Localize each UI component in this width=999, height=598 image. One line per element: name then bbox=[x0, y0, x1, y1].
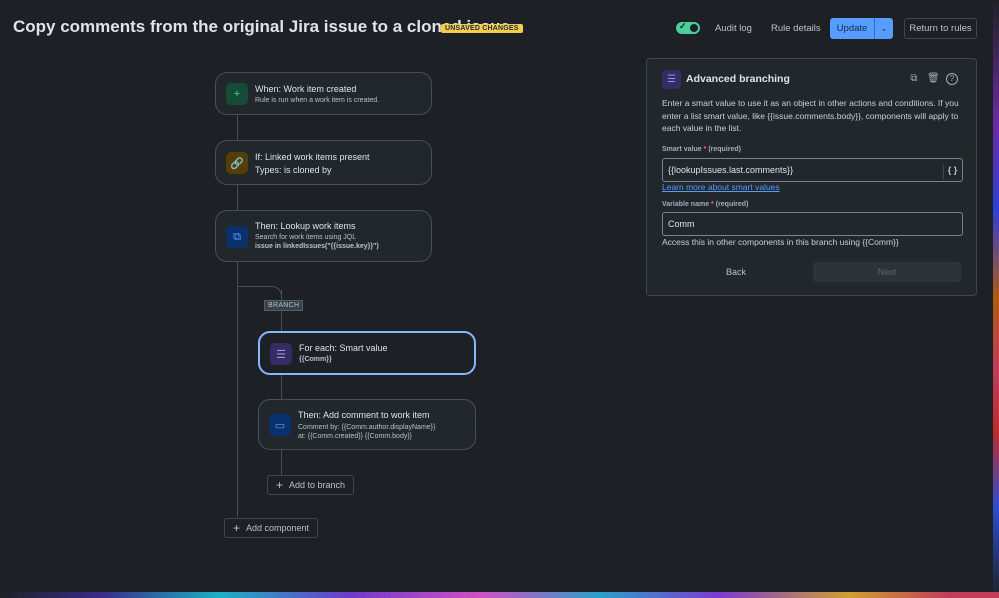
variable-name-label: Variable name * (required) bbox=[662, 201, 748, 208]
for-each-node[interactable]: ☰ For each: Smart value {{Comm}} bbox=[258, 331, 476, 375]
lookup-icon: ⧉ bbox=[226, 226, 248, 248]
advanced-branching-panel: ☰ Advanced branching ⧉ 🗑 ? Enter a smart… bbox=[646, 58, 977, 296]
node-subtitle: Search for work items using JQL bbox=[255, 234, 357, 241]
trigger-node[interactable]: + When: Work item created Rule is run wh… bbox=[215, 72, 432, 115]
plus-icon: + bbox=[276, 478, 284, 492]
node-title: If: Linked work items present bbox=[255, 152, 370, 162]
check-icon: ✓ bbox=[679, 21, 687, 31]
variable-name-input[interactable] bbox=[662, 212, 963, 236]
field-label-text: Variable name bbox=[662, 201, 710, 208]
connector-line bbox=[237, 115, 238, 140]
node-jql: issue in linkedIssues("{{issue.key}}") bbox=[255, 243, 379, 250]
node-title: When: Work item created bbox=[255, 84, 357, 94]
audit-log-button[interactable]: Audit log bbox=[715, 23, 752, 34]
rule-details-button[interactable]: Rule details bbox=[771, 23, 821, 34]
background-glow-bottom bbox=[0, 592, 999, 598]
connector-curve bbox=[262, 286, 282, 296]
add-comment-node[interactable]: ▭ Then: Add comment to work item Comment… bbox=[258, 399, 476, 450]
list-icon: ☰ bbox=[662, 70, 681, 89]
delete-icon[interactable]: 🗑 bbox=[927, 73, 940, 85]
node-subtitle: Rule is run when a work item is created. bbox=[255, 97, 380, 104]
return-to-rules-button[interactable]: Return to rules bbox=[904, 18, 977, 39]
required-text: (required) bbox=[715, 201, 749, 208]
next-button[interactable]: Next bbox=[813, 262, 961, 282]
add-component-label: Add component bbox=[246, 523, 310, 533]
smart-value-label: Smart value * (required) bbox=[662, 146, 741, 153]
node-subtitle: Types: is cloned by bbox=[255, 165, 332, 175]
connector-line bbox=[237, 185, 238, 210]
node-subtitle: at: {{Comm.created}} {{Comm.body}} bbox=[298, 433, 413, 440]
node-subtitle: {{Comm}} bbox=[299, 356, 332, 363]
node-title: Then: Add comment to work item bbox=[298, 410, 430, 420]
access-hint: Access this in other components in this … bbox=[662, 237, 899, 247]
node-title: For each: Smart value bbox=[299, 343, 388, 353]
smart-value-input[interactable] bbox=[662, 158, 963, 182]
back-button[interactable]: Back bbox=[662, 262, 810, 282]
comment-icon: ▭ bbox=[269, 414, 291, 436]
condition-node[interactable]: 🔗 If: Linked work items present Types: i… bbox=[215, 140, 432, 185]
page-title: Copy comments from the original Jira iss… bbox=[13, 17, 510, 36]
list-icon: ☰ bbox=[270, 343, 292, 365]
duplicate-icon[interactable]: ⧉ bbox=[908, 73, 920, 85]
node-title: Then: Lookup work items bbox=[255, 221, 356, 231]
field-label-text: Smart value bbox=[662, 146, 702, 153]
required-star: * bbox=[703, 146, 707, 153]
link-icon: 🔗 bbox=[226, 152, 248, 174]
update-button[interactable]: Update bbox=[830, 18, 874, 39]
panel-description: Enter a smart value to use it as an obje… bbox=[662, 98, 959, 133]
required-star: * bbox=[711, 201, 714, 208]
connector-line bbox=[281, 290, 282, 332]
rule-enabled-toggle[interactable]: ✓ bbox=[676, 21, 700, 34]
connector-line bbox=[237, 262, 238, 517]
braces-icon[interactable]: { } bbox=[943, 165, 958, 179]
add-to-branch-label: Add to branch bbox=[289, 480, 346, 490]
help-icon[interactable]: ? bbox=[946, 73, 958, 85]
lookup-node[interactable]: ⧉ Then: Lookup work items Search for wor… bbox=[215, 210, 432, 262]
toggle-knob bbox=[690, 24, 698, 32]
rule-editor-canvas: Copy comments from the original Jira iss… bbox=[0, 0, 993, 592]
add-component-button[interactable]: + Add component bbox=[224, 518, 319, 538]
panel-title: Advanced branching bbox=[686, 73, 790, 85]
required-text: (required) bbox=[708, 146, 741, 153]
add-to-branch-button[interactable]: + Add to branch bbox=[267, 475, 355, 495]
learn-more-link[interactable]: Learn more about smart values bbox=[662, 182, 780, 192]
plus-icon: + bbox=[233, 521, 241, 535]
chevron-down-icon[interactable]: ⌄ bbox=[874, 18, 893, 39]
branch-tag: BRANCH bbox=[264, 300, 304, 311]
unsaved-changes-badge: UNSAVED CHANGES bbox=[441, 24, 523, 33]
node-subtitle: Comment by: {{Comm.author.displayName}} bbox=[298, 424, 436, 431]
connector-line bbox=[281, 450, 282, 475]
connector-line bbox=[281, 374, 282, 399]
plus-icon: + bbox=[226, 83, 248, 105]
